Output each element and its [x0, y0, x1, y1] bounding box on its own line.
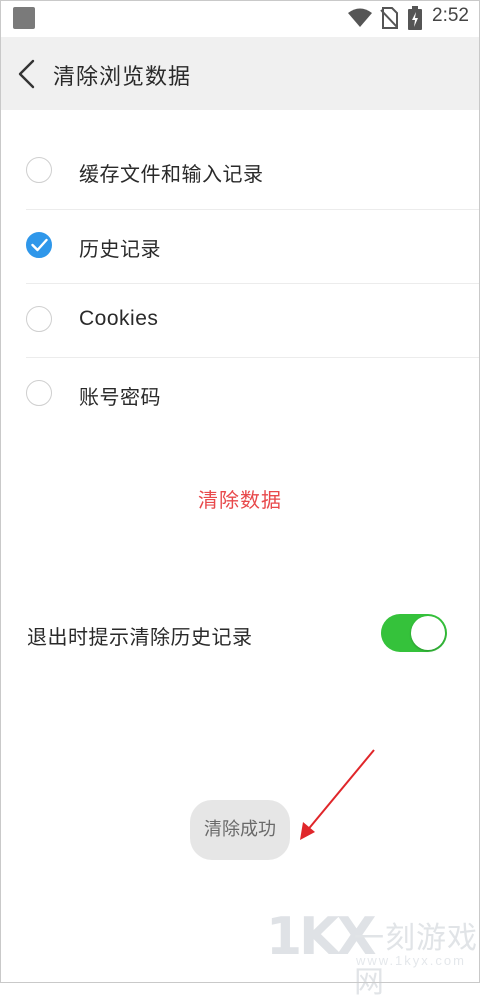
exit-prompt-label: 退出时提示清除历史记录: [27, 625, 253, 649]
page-title: 清除浏览数据: [53, 65, 192, 90]
back-arrow-icon[interactable]: [14, 59, 40, 89]
watermark-url: www.1kyx.com: [356, 953, 466, 968]
app-notification-icon: [13, 7, 35, 29]
annotation-arrow-icon: [300, 749, 375, 840]
option-history[interactable]: 历史记录: [0, 210, 480, 284]
exit-prompt-toggle[interactable]: [381, 614, 447, 652]
clear-data-button[interactable]: 清除数据: [0, 484, 480, 513]
radio-unchecked-icon[interactable]: [26, 157, 52, 183]
option-cookies[interactable]: Cookies: [0, 284, 480, 358]
option-account-passwords[interactable]: 账号密码: [0, 358, 480, 432]
success-toast: 清除成功: [190, 800, 290, 860]
toggle-knob: [411, 616, 445, 650]
wifi-icon: [348, 8, 372, 27]
radio-unchecked-icon[interactable]: [26, 306, 52, 332]
no-sim-icon: [380, 7, 398, 29]
option-label: Cookies: [79, 307, 159, 330]
site-watermark: 1KX 一刻游戏网 www.1kyx.com: [262, 905, 480, 1000]
battery-charging-icon: [408, 6, 422, 30]
option-label: 缓存文件和输入记录: [79, 162, 264, 186]
clock-time: 2:52: [432, 5, 469, 26]
status-bar: 2:52: [0, 0, 480, 36]
radio-checked-icon[interactable]: [26, 232, 52, 258]
option-cache-and-input[interactable]: 缓存文件和输入记录: [0, 135, 480, 209]
exit-prompt-setting: 退出时提示清除历史记录: [0, 606, 480, 662]
option-label: 历史记录: [79, 237, 161, 261]
checkmark-icon: [31, 238, 48, 252]
radio-unchecked-icon[interactable]: [26, 380, 52, 406]
top-app-bar: 清除浏览数据: [0, 37, 480, 110]
option-label: 账号密码: [79, 385, 161, 409]
